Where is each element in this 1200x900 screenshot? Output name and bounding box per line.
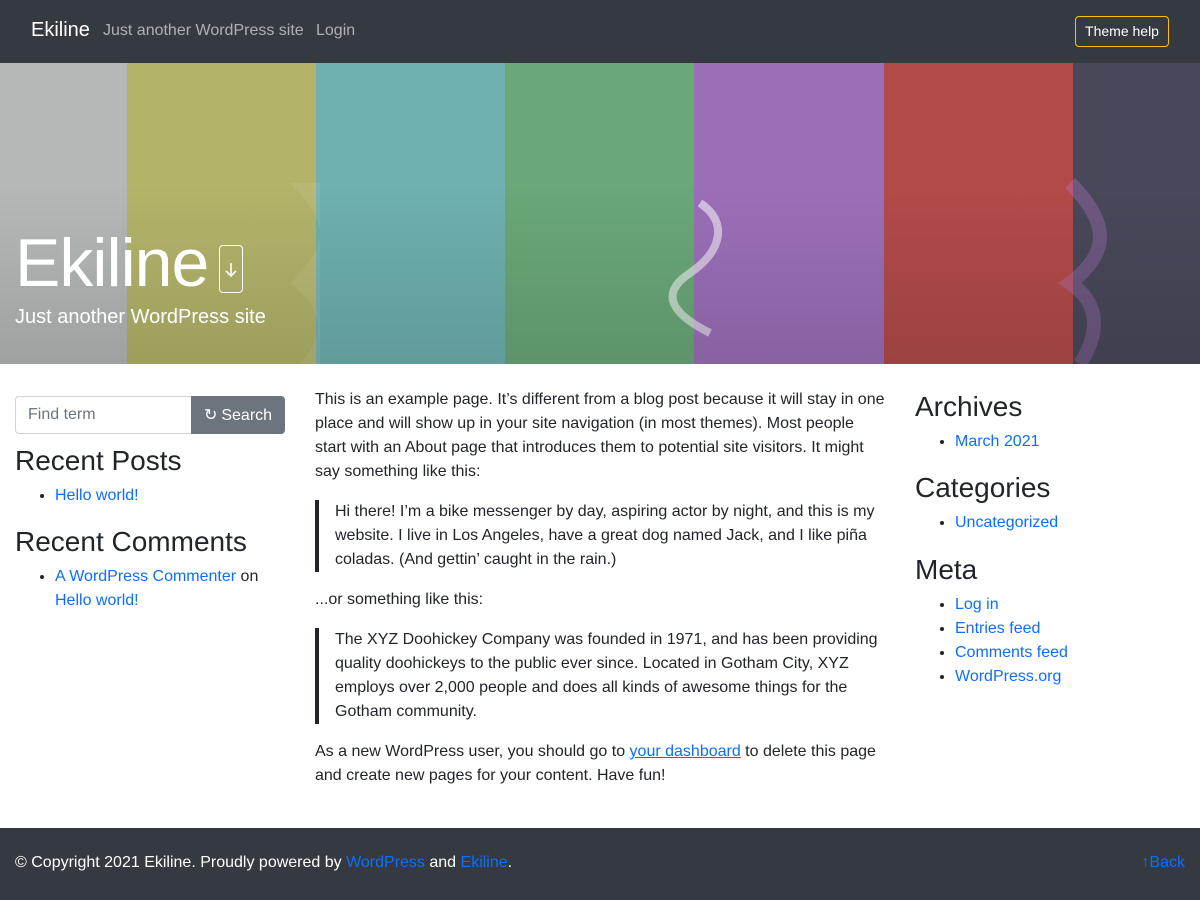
list-item: Uncategorized [955, 511, 1185, 535]
quote-text: Hi there! I’m a bike messenger by day, a… [335, 503, 875, 568]
blockquote: The XYZ Doohickey Company was founded in… [315, 628, 887, 724]
arrow-down-icon [225, 263, 237, 278]
meta-login-link[interactable]: Log in [955, 596, 999, 613]
recent-post-link[interactable]: Hello world! [55, 487, 139, 504]
footer-period: . [507, 854, 513, 871]
footer-wordpress-link[interactable]: WordPress [346, 854, 425, 871]
quote-text: The XYZ Doohickey Company was founded in… [335, 631, 878, 720]
archives-list: March 2021 [915, 430, 1185, 454]
meta-entries-feed-link[interactable]: Entries feed [955, 620, 1040, 637]
back-label: Back [1149, 854, 1185, 871]
refresh-icon: ↻ [203, 407, 218, 424]
theme-help-button[interactable]: Theme help [1075, 16, 1169, 47]
brand-link[interactable]: Ekiline [31, 19, 90, 42]
recent-comments-title: Recent Comments [15, 526, 247, 557]
search-button[interactable]: ↻ Search [191, 396, 285, 434]
list-item: A WordPress Commenter on Hello world! [55, 565, 285, 613]
list-item: March 2021 [955, 430, 1185, 454]
dashboard-link[interactable]: your dashboard [630, 743, 741, 760]
copyright-text: © Copyright 2021 Ekiline. Proudly powere… [15, 854, 347, 871]
hero-title: Ekiline [15, 225, 209, 301]
back-to-top-link[interactable]: ↑Back [1141, 854, 1185, 872]
nav-login-link[interactable]: Login [316, 22, 355, 40]
archive-link[interactable]: March 2021 [955, 433, 1040, 450]
footer-and-text: and [424, 854, 461, 871]
category-link[interactable]: Uncategorized [955, 514, 1058, 531]
hero-header: Ekiline Just another WordPress site [0, 63, 1200, 364]
top-navbar: Ekiline Just another WordPress site Logi… [0, 0, 1200, 63]
closing-paragraph: As a new WordPress user, you should go t… [315, 740, 887, 788]
search-input[interactable] [15, 396, 192, 434]
recent-posts-list: Hello world! [15, 484, 285, 508]
footer-copyright: © Copyright 2021 Ekiline. Proudly powere… [15, 854, 512, 872]
meta-list: Log in Entries feed Comments feed WordPr… [915, 593, 1185, 689]
search-button-label: Search [221, 407, 273, 424]
list-item: Log in [955, 593, 1185, 617]
nav-tagline-link[interactable]: Just another WordPress site [103, 22, 304, 40]
site-footer: © Copyright 2021 Ekiline. Proudly powere… [0, 828, 1200, 900]
comment-author-link[interactable]: A WordPress Commenter [55, 568, 236, 585]
comment-on-text: on [240, 568, 259, 585]
recent-comments-list: A WordPress Commenter on Hello world! [15, 565, 285, 613]
footer-ekiline-link[interactable]: Ekiline [461, 854, 508, 871]
scroll-down-button[interactable] [219, 245, 243, 293]
search-form: ↻Search [15, 396, 285, 434]
blockquote: Hi there! I’m a bike messenger by day, a… [315, 500, 887, 572]
meta-wordpress-org-link[interactable]: WordPress.org [955, 668, 1061, 685]
categories-list: Uncategorized [915, 511, 1185, 535]
intro-paragraph: This is an example page. It’s different … [315, 391, 885, 480]
recent-posts-title: Recent Posts [15, 445, 182, 476]
main-content: This is an example page. It’s different … [315, 388, 887, 804]
closing-text-before: As a new WordPress user, you should go t… [315, 743, 630, 760]
hero-tagline: Just another WordPress site [15, 306, 266, 328]
meta-comments-feed-link[interactable]: Comments feed [955, 644, 1068, 661]
list-item: WordPress.org [955, 665, 1185, 689]
archives-title: Archives [915, 391, 1023, 422]
transition-paragraph: ...or something like this: [315, 591, 484, 608]
list-item: Hello world! [55, 484, 285, 508]
list-item: Entries feed [955, 617, 1185, 641]
list-item: Comments feed [955, 641, 1185, 665]
meta-title: Meta [915, 554, 978, 585]
comment-post-link[interactable]: Hello world! [55, 592, 139, 609]
categories-title: Categories [915, 472, 1051, 503]
